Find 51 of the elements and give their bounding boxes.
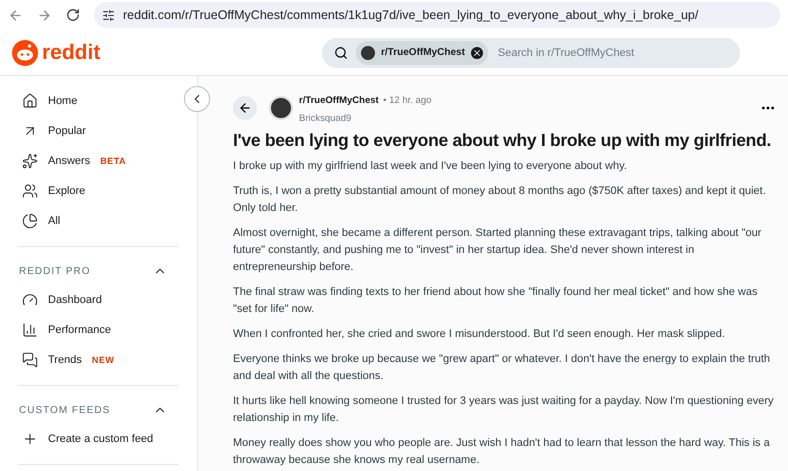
gauge-icon <box>22 292 38 308</box>
post-paragraph: Almost overnight, she became a different person. Started planning these extravagant trips, talking about "our future" constantly, and pushing me to "invest" in her startup idea. She'd never shown interest in entrepreneurship before. <box>233 226 762 275</box>
post-paragraph: The final straw was finding texts to her friend about how she "finally found her meal ticket" and how she was "set for life" now. <box>233 285 758 317</box>
search-field[interactable]: r/TrueOffMyChest Search in r/TrueOffMyChest <box>322 38 740 68</box>
section-title: REDDIT PRO <box>19 266 90 276</box>
nav-item[interactable]: Dashboard <box>18 285 179 315</box>
close-icon[interactable] <box>470 46 483 58</box>
chat-icon <box>22 352 38 368</box>
post-paragraph: Money really does show you who people are. Just wish I hadn't had to learn that lesson the hard way. This is a throwaway because she knows my real username. <box>233 436 771 468</box>
post-paragraph: I broke up with my girlfriend last week and I've been lying to everyone about why. <box>233 159 628 174</box>
author-name[interactable]: Bricksquad9 <box>299 113 352 124</box>
url-text: reddit.com/r/TrueOffMyChest/comments/1k1ug7d/ive_been_lying_to_everyone_about_why_i_broke_up/ <box>123 8 698 22</box>
section-header[interactable]: CUSTOM FEEDS <box>18 396 179 424</box>
nav-item[interactable]: Explore <box>18 176 179 206</box>
post-paragraph: It hurts like hell knowing someone I trusted for 3 years was just waiting for a payday. Now I'm questioning every relationship in my life. <box>233 394 775 426</box>
nav-item[interactable]: Trends NEW <box>18 345 179 375</box>
section-header[interactable]: REDDIT PRO <box>18 257 179 285</box>
post-paragraph: Everyone thinks we broke up because we "grew apart" or whatever. I don't have the energy to explain the truth and deal with all the questions. <box>233 352 772 384</box>
feature-label: NEW <box>92 355 114 365</box>
bar-chart-icon <box>22 322 38 338</box>
subreddit-chip[interactable]: r/TrueOffMyChest <box>356 40 488 64</box>
section-title: CUSTOM FEEDS <box>19 404 110 416</box>
search-icon <box>334 46 348 60</box>
people-icon <box>22 183 38 199</box>
subreddit-link[interactable]: r/TrueOffMyChest <box>299 95 379 106</box>
post-time: • 12 hr. ago <box>383 95 432 106</box>
nav-item[interactable]: Home <box>18 86 179 116</box>
plus-icon <box>22 431 38 447</box>
nav-item[interactable]: All <box>18 206 179 236</box>
nav-item[interactable]: Answers BETA <box>18 146 179 176</box>
forward-icon[interactable] <box>37 8 52 22</box>
collapse-sidebar-button[interactable] <box>184 86 210 112</box>
alien-logo-icon <box>12 40 38 66</box>
post-paragraph: When I confronted her, she cried and swore I misunderstood. But I'd seen enough. Her mask slipped. <box>233 327 726 342</box>
address-bar[interactable]: reddit.com/r/TrueOffMyChest/comments/1k1ug7d/ive_been_lying_to_everyone_about_why_i_broke_up/ <box>94 2 780 28</box>
feature-label: BETA <box>100 156 126 166</box>
nav-item[interactable]: Popular <box>18 116 179 146</box>
post-title: I've been lying to everyone about why I broke up with my girlfriend. <box>233 129 772 151</box>
home-icon <box>22 93 38 109</box>
pie-chart-icon <box>22 213 38 229</box>
subreddit-avatar-icon <box>361 46 375 60</box>
subreddit-avatar-icon <box>269 96 293 120</box>
back-icon[interactable] <box>8 8 23 22</box>
nav-item[interactable]: Create a custom feed <box>18 424 179 454</box>
reload-icon[interactable] <box>66 8 80 22</box>
nav-item[interactable]: Performance <box>18 315 179 345</box>
sparkle-icon <box>22 153 38 169</box>
site-settings-icon[interactable] <box>102 8 115 22</box>
post-paragraph: Truth is, I won a pretty substantial amount of money about 8 months ago ($750K after taxes) and kept it quiet. Only told her. <box>233 184 767 216</box>
back-button[interactable] <box>233 96 257 120</box>
back-arrow-icon <box>238 101 252 115</box>
